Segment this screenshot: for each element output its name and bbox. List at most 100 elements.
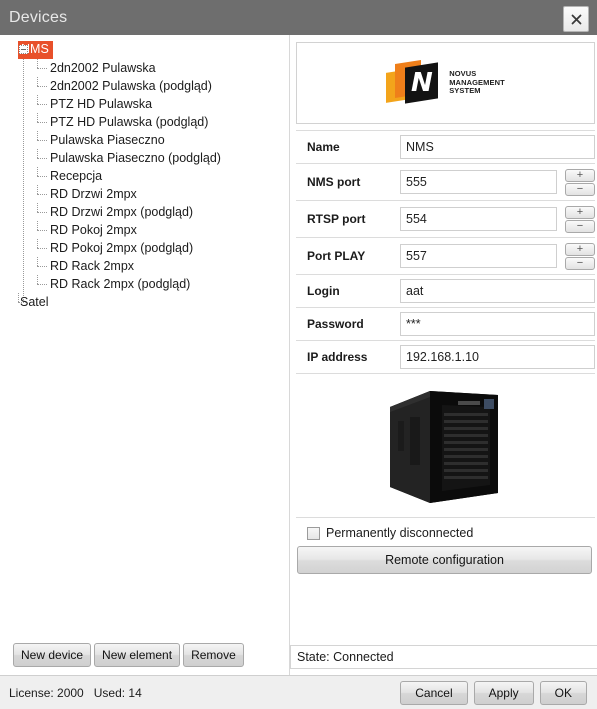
tree-connector-icon (37, 230, 47, 231)
tree-item[interactable]: RD Pokoj 2mpx (podgląd) (0, 239, 289, 257)
tree-connector-icon (37, 275, 38, 284)
window-title: Devices (9, 8, 68, 26)
tree-item-label: RD Pokoj 2mpx (50, 222, 137, 237)
permanently-disconnected-checkbox[interactable] (307, 526, 320, 540)
devices-window: Devices NMS 2dn2002 Pulawska 2dn2002 Pul… (0, 0, 597, 709)
tree-item-label: RD Rack 2mpx (podgląd) (50, 276, 191, 291)
tree-item[interactable]: PTZ HD Pulawska (0, 95, 289, 113)
tree-item[interactable]: RD Rack 2mpx (podgląd) (0, 275, 289, 293)
device-tree-pane: NMS 2dn2002 Pulawska 2dn2002 Pulawska (p… (0, 35, 290, 675)
tree-item[interactable]: RD Pokoj 2mpx (0, 221, 289, 239)
tree-item[interactable]: Recepcja (0, 167, 289, 185)
tree-connector-icon (37, 131, 38, 140)
remove-button[interactable]: Remove (183, 643, 244, 667)
form-row-ip-address: IP address (296, 341, 595, 374)
tree-item[interactable]: 2dn2002 Pulawska (podgląd) (0, 77, 289, 95)
tree-connector-icon (37, 95, 38, 104)
name-label: Name (307, 140, 340, 154)
close-button[interactable] (563, 6, 589, 32)
nms-port-decrement-button[interactable]: − (565, 182, 595, 196)
logo-panel: N NOVUS MANAGEMENT SYSTEM (296, 42, 595, 124)
status-bar: License: 2000 Used: 14 Cancel Apply OK (0, 675, 597, 709)
server-tower-image (371, 381, 520, 511)
rtsp-port-increment-button[interactable]: + (565, 205, 595, 219)
nms-port-input[interactable] (400, 170, 557, 194)
rtsp-port-input[interactable] (400, 207, 557, 231)
tree-connector-icon (37, 284, 47, 285)
tree-connector-icon (37, 122, 47, 123)
rtsp-port-stepper: + − (565, 205, 595, 233)
tree-connector-icon (37, 104, 47, 105)
tree-item[interactable]: RD Rack 2mpx (0, 257, 289, 275)
tree-connector-icon (37, 203, 38, 212)
tree-connector-icon (37, 248, 47, 249)
tree-connector-icon (37, 167, 38, 176)
tree-item-label: Pulawska Piaseczno (50, 132, 165, 147)
tree-item-label: RD Rack 2mpx (50, 258, 135, 273)
port-play-stepper: + − (565, 242, 595, 270)
ip-address-input[interactable] (400, 345, 595, 369)
tree-item-label: PTZ HD Pulawska (podgląd) (50, 114, 209, 129)
tree-connector-icon (37, 113, 38, 122)
close-icon (571, 14, 581, 24)
cancel-button[interactable]: Cancel (400, 680, 468, 705)
form-row-login: Login (296, 275, 595, 308)
password-input[interactable] (400, 312, 595, 336)
logo-wordmark: NOVUS MANAGEMENT SYSTEM (449, 69, 505, 95)
tree-connector-icon (18, 302, 30, 303)
port-play-input[interactable] (400, 244, 557, 268)
tree-node-satel[interactable]: Satel (0, 293, 289, 311)
apply-button[interactable]: Apply (473, 680, 534, 705)
tree-node-nms[interactable]: NMS (0, 41, 289, 59)
tree-connector-icon (37, 158, 47, 159)
tree-item[interactable]: RD Drzwi 2mpx (podgląd) (0, 203, 289, 221)
tree-item-label: 2dn2002 Pulawska (podgląd) (50, 78, 212, 93)
tree-item[interactable]: 2dn2002 Pulawska (0, 59, 289, 77)
new-element-button[interactable]: New element (94, 643, 181, 667)
form-row-name: Name (296, 131, 595, 164)
tree-item-label: Pulawska Piaseczno (podgląd) (50, 150, 221, 165)
title-bar: Devices (0, 0, 597, 35)
permanently-disconnected-row: Permanently disconnected (296, 518, 595, 546)
rtsp-port-label: RTSP port (307, 212, 366, 226)
tree-connector-icon (37, 86, 47, 87)
tree-connector-icon (37, 140, 47, 141)
state-field: State: Connected (290, 645, 597, 669)
port-play-increment-button[interactable]: + (565, 242, 595, 256)
tree-item[interactable]: RD Drzwi 2mpx (0, 185, 289, 203)
tree-item-label: 2dn2002 Pulawska (50, 60, 156, 75)
ok-button[interactable]: OK (539, 680, 587, 705)
window-content: NMS 2dn2002 Pulawska 2dn2002 Pulawska (p… (0, 35, 597, 675)
ip-address-label: IP address (307, 350, 368, 364)
tree-connector-icon (37, 239, 38, 248)
device-image-panel (296, 374, 595, 518)
name-input[interactable] (400, 135, 595, 159)
tree-connector-icon (37, 59, 38, 68)
tree-connector-icon (37, 185, 38, 194)
tree-item[interactable]: Pulawska Piaseczno (podgląd) (0, 149, 289, 167)
tree-connector-icon (37, 77, 38, 86)
novus-logo: N NOVUS MANAGEMENT SYSTEM (386, 57, 505, 109)
device-form: Name NMS port + − RTSP port + (296, 130, 595, 374)
tree-item-label: PTZ HD Pulawska (50, 96, 153, 111)
tree-item[interactable]: PTZ HD Pulawska (podgląd) (0, 113, 289, 131)
dialog-buttons: Cancel Apply OK (400, 680, 587, 705)
tree-connector-icon (37, 149, 38, 158)
tree-connector-icon (37, 212, 47, 213)
tree-connector-icon (37, 68, 47, 69)
nms-port-increment-button[interactable]: + (565, 168, 595, 182)
device-tree[interactable]: NMS 2dn2002 Pulawska 2dn2002 Pulawska (p… (0, 35, 289, 643)
novus-logo-icon: N (386, 57, 442, 109)
form-row-rtsp-port: RTSP port + − (296, 201, 595, 238)
tree-item[interactable]: Pulawska Piaseczno (0, 131, 289, 149)
new-device-button[interactable]: New device (13, 643, 92, 667)
port-play-decrement-button[interactable]: − (565, 256, 595, 270)
tree-connector-icon (37, 221, 38, 230)
collapse-toggle-icon[interactable] (19, 45, 28, 54)
login-input[interactable] (400, 279, 595, 303)
license-info: License: 2000 Used: 14 (9, 685, 142, 700)
remote-configuration-button[interactable]: Remote configuration (297, 546, 592, 574)
tree-item-label: RD Drzwi 2mpx (podgląd) (50, 204, 194, 219)
rtsp-port-decrement-button[interactable]: − (565, 219, 595, 233)
tree-connector-icon (37, 257, 38, 266)
